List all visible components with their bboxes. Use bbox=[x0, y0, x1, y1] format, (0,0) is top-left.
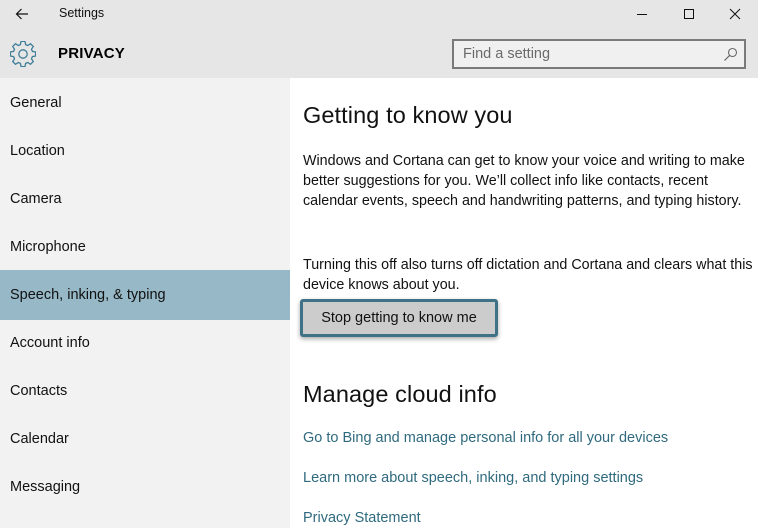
sidebar-item-speech-inking-typing[interactable]: Speech, inking, & typing bbox=[0, 270, 290, 320]
turn-off-warning: Turning this off also turns off dictatio… bbox=[303, 257, 753, 293]
stop-getting-to-know-me-button[interactable]: Stop getting to know me bbox=[300, 299, 498, 337]
search-input[interactable] bbox=[454, 41, 714, 67]
maximize-button[interactable] bbox=[666, 0, 712, 28]
manage-cloud-info-heading: Manage cloud info bbox=[303, 381, 497, 407]
sidebar-item-general[interactable]: General bbox=[0, 78, 290, 128]
search-box[interactable] bbox=[452, 39, 746, 69]
close-icon bbox=[729, 8, 741, 20]
bing-manage-info-link[interactable]: Go to Bing and manage personal info for … bbox=[303, 430, 668, 446]
sidebar: General Location Camera Microphone Speec… bbox=[0, 78, 290, 528]
content-pane: Getting to know you Windows and Cortana … bbox=[290, 78, 758, 528]
sidebar-item-microphone[interactable]: Microphone bbox=[0, 222, 290, 272]
getting-to-know-description: Windows and Cortana can get to know your… bbox=[303, 153, 745, 209]
privacy-statement-link[interactable]: Privacy Statement bbox=[303, 510, 421, 526]
close-button[interactable] bbox=[712, 0, 758, 28]
app-title: Settings bbox=[59, 6, 105, 20]
sidebar-item-calendar[interactable]: Calendar bbox=[0, 414, 290, 464]
minimize-icon bbox=[637, 14, 647, 15]
title-bar: Settings PRIVACY bbox=[0, 0, 758, 78]
sidebar-item-contacts[interactable]: Contacts bbox=[0, 366, 290, 416]
back-button[interactable] bbox=[10, 2, 34, 26]
sidebar-item-messaging[interactable]: Messaging bbox=[0, 462, 290, 512]
back-arrow-icon bbox=[15, 8, 28, 20]
learn-more-link[interactable]: Learn more about speech, inking, and typ… bbox=[303, 470, 643, 486]
sidebar-item-location[interactable]: Location bbox=[0, 126, 290, 176]
maximize-icon bbox=[684, 9, 694, 19]
sidebar-item-account-info[interactable]: Account info bbox=[0, 318, 290, 368]
minimize-button[interactable] bbox=[619, 0, 665, 28]
section-title: PRIVACY bbox=[58, 45, 125, 62]
sidebar-item-camera[interactable]: Camera bbox=[0, 174, 290, 224]
search-icon[interactable] bbox=[723, 47, 738, 62]
getting-to-know-you-heading: Getting to know you bbox=[303, 102, 513, 128]
gear-icon bbox=[10, 41, 36, 67]
